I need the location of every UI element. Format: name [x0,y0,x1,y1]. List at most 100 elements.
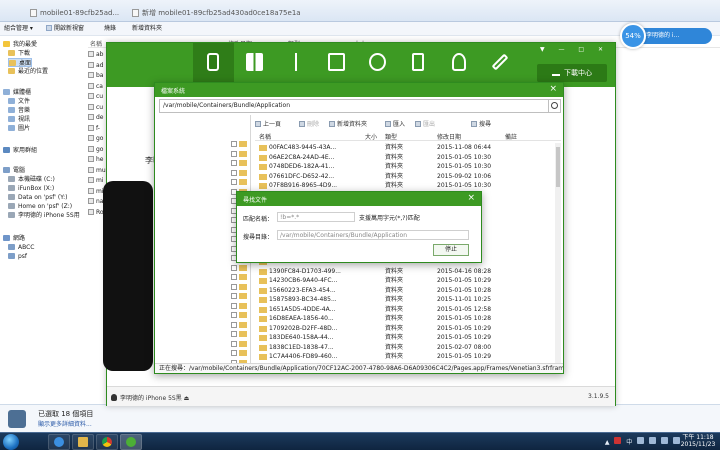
explorer-file-row[interactable]: mi [88,176,104,186]
fs-col-date[interactable]: 修改日期 [437,132,461,141]
explorer-file-row[interactable]: mu [88,166,106,176]
taskbar-ifunbox[interactable] [120,434,142,450]
fs-tree-node[interactable] [231,291,251,301]
fs-tree-node[interactable] [231,158,251,168]
fs-import-button[interactable]: 匯入 [385,119,405,128]
network-icon[interactable] [661,437,669,444]
nav-book-button[interactable] [398,43,439,87]
fs-file-row[interactable]: 183DE640-158A-44... 資料夾 2015-01-05 10:29 [255,333,561,342]
nav-desktop[interactable]: 桌面 [8,58,33,67]
nav-homegroup[interactable]: 家用群組 [3,146,37,155]
explorer-tab-1[interactable]: mobile01-89cfb25ad... [28,6,120,20]
fs-path-field[interactable]: /var/mobile/Containers/Bundle/Applicatio… [159,99,561,113]
fs-tree-node[interactable] [231,263,251,273]
flag-icon[interactable] [649,437,657,444]
fs-col-size[interactable]: 大小 [365,132,377,141]
input-language[interactable]: 中 [626,439,632,446]
nav-photo-button[interactable] [316,43,357,87]
expand-icon[interactable] [231,312,237,318]
tray-expand-icon[interactable]: ▲ [605,439,610,446]
fs-export-button[interactable]: 匯出 [415,119,435,128]
search-icon[interactable] [548,100,560,112]
new-folder-button[interactable]: 新增資料夾 [132,24,162,34]
taskbar-ie[interactable] [48,434,70,450]
fs-tree-node[interactable] [231,329,251,339]
fs-tree-node[interactable] [231,301,251,311]
open-new-window-button[interactable]: 開啟新視窗 [46,24,84,34]
expand-icon[interactable] [231,350,237,356]
fs-file-row[interactable]: 1C7A4406-FD89-460... 資料夾 2015-01-05 10:29 [255,352,561,361]
nav-iphone[interactable]: 李明德的 iPhone 5S用 [8,211,80,220]
fs-tree-node[interactable] [231,310,251,320]
explorer-file-row[interactable]: he [88,155,104,165]
fs-col-type[interactable]: 類型 [385,132,397,141]
close-icon[interactable]: × [549,84,557,94]
fs-tree-node[interactable] [231,282,251,292]
nav-drive-y[interactable]: Data on 'psf' (Y:) [8,193,67,202]
nav-pictures[interactable]: 圖片 [8,124,30,133]
nav-drive-z[interactable]: Home on 'psf' (Z:) [8,202,72,211]
nav-downloads[interactable]: 下載 [8,49,30,58]
start-button[interactable] [3,434,19,450]
explorer-file-row[interactable]: na [88,197,103,207]
explorer-file-row[interactable]: go [88,134,103,144]
taskbar-clock[interactable]: 下午 11:18 2015/11/23 [680,434,716,448]
fs-tree-node[interactable] [231,139,251,149]
nav-videos[interactable]: 視訊 [8,115,30,124]
fs-tree-node[interactable] [231,320,251,330]
footer-device-selector[interactable]: 李明德的 iPhone 5S黑 ⏏ [111,393,189,402]
download-center-button[interactable]: 下載中心 [537,64,607,82]
nav-favorites[interactable]: 我的最愛 [3,40,37,49]
nav-computer[interactable]: 電腦 [3,166,25,175]
expand-icon[interactable] [231,331,237,337]
volume-icon[interactable] [673,437,680,444]
expand-icon[interactable] [231,141,237,147]
explorer-file-row[interactable]: f- [88,124,100,134]
fs-file-row[interactable]: 07F8B916-8965-4D9... 資料夾 2015-01-05 10:30 [255,181,561,190]
expand-icon[interactable] [231,179,237,185]
nav-tools-button[interactable] [480,43,521,87]
explorer-file-row[interactable]: de [88,113,104,123]
expand-icon[interactable] [231,302,237,309]
explorer-file-row[interactable]: mi [88,187,104,197]
nav-recent[interactable]: 最近的位置 [8,67,48,76]
fs-scrollbar[interactable] [555,143,561,363]
window-controls[interactable]: ▼ — □ ✕ [540,46,609,53]
expand-icon[interactable] [231,264,237,271]
fs-scroll-thumb[interactable] [556,147,560,187]
fs-file-row[interactable]: 1709202B-D2FF-48D... 資料夾 2015-01-05 10:29 [255,324,561,333]
expand-icon[interactable] [231,321,237,328]
match-name-input[interactable] [277,212,355,222]
explorer-tab-2[interactable]: 新增 mobile01-89cfb25ad430ad0ce18a75e1aed1… [130,6,300,20]
more-details-link[interactable]: 顯示更多詳細資料... [38,419,92,428]
taskbar-chrome[interactable] [96,434,118,450]
fs-file-row[interactable]: 1838C1ED-1838-47... 資料夾 2015-02-07 08:00 [255,343,561,352]
nav-video-button[interactable] [357,43,398,87]
fs-tree-node[interactable] [231,348,251,358]
expand-icon[interactable] [231,293,237,299]
nav-net-psf[interactable]: psf [8,252,27,261]
expand-icon[interactable] [231,150,237,157]
nav-music-button[interactable] [275,43,316,87]
fs-new-folder-button[interactable]: 新增資料夾 [329,119,367,128]
fs-file-row[interactable]: 00FAC483-9445-43A... 資料夾 2015-11-08 06:44 [255,143,561,152]
fs-file-row[interactable]: 06AE2C8A-24AD-4E... 資料夾 2015-01-05 10:30 [255,153,561,162]
explorer-file-row[interactable]: cu [88,103,103,113]
nav-network[interactable]: 網路 [3,234,25,243]
nav-music[interactable]: 音樂 [8,106,30,115]
expand-icon[interactable] [231,274,237,280]
col-name[interactable]: 名稱 [90,39,102,48]
nav-user-button[interactable] [439,43,480,87]
fs-file-row[interactable]: 1651A5D5-4DDE-4A... 資料夾 2015-01-05 12:58 [255,305,561,314]
explorer-file-row[interactable]: go [88,145,103,155]
expand-icon[interactable] [231,283,237,290]
fs-tree-node[interactable] [231,272,251,282]
nav-net-abcc[interactable]: ABCC [8,243,35,252]
burn-button[interactable]: 燒錄 [104,24,116,34]
fs-delete-button[interactable]: 刪除 [299,119,319,128]
stop-button[interactable]: 停止 [433,244,469,256]
organize-button[interactable]: 組合管理 ▾ [4,24,33,34]
explorer-file-row[interactable]: Ro [88,208,104,218]
expand-icon[interactable] [231,169,237,176]
keyboard-icon[interactable] [637,437,645,444]
